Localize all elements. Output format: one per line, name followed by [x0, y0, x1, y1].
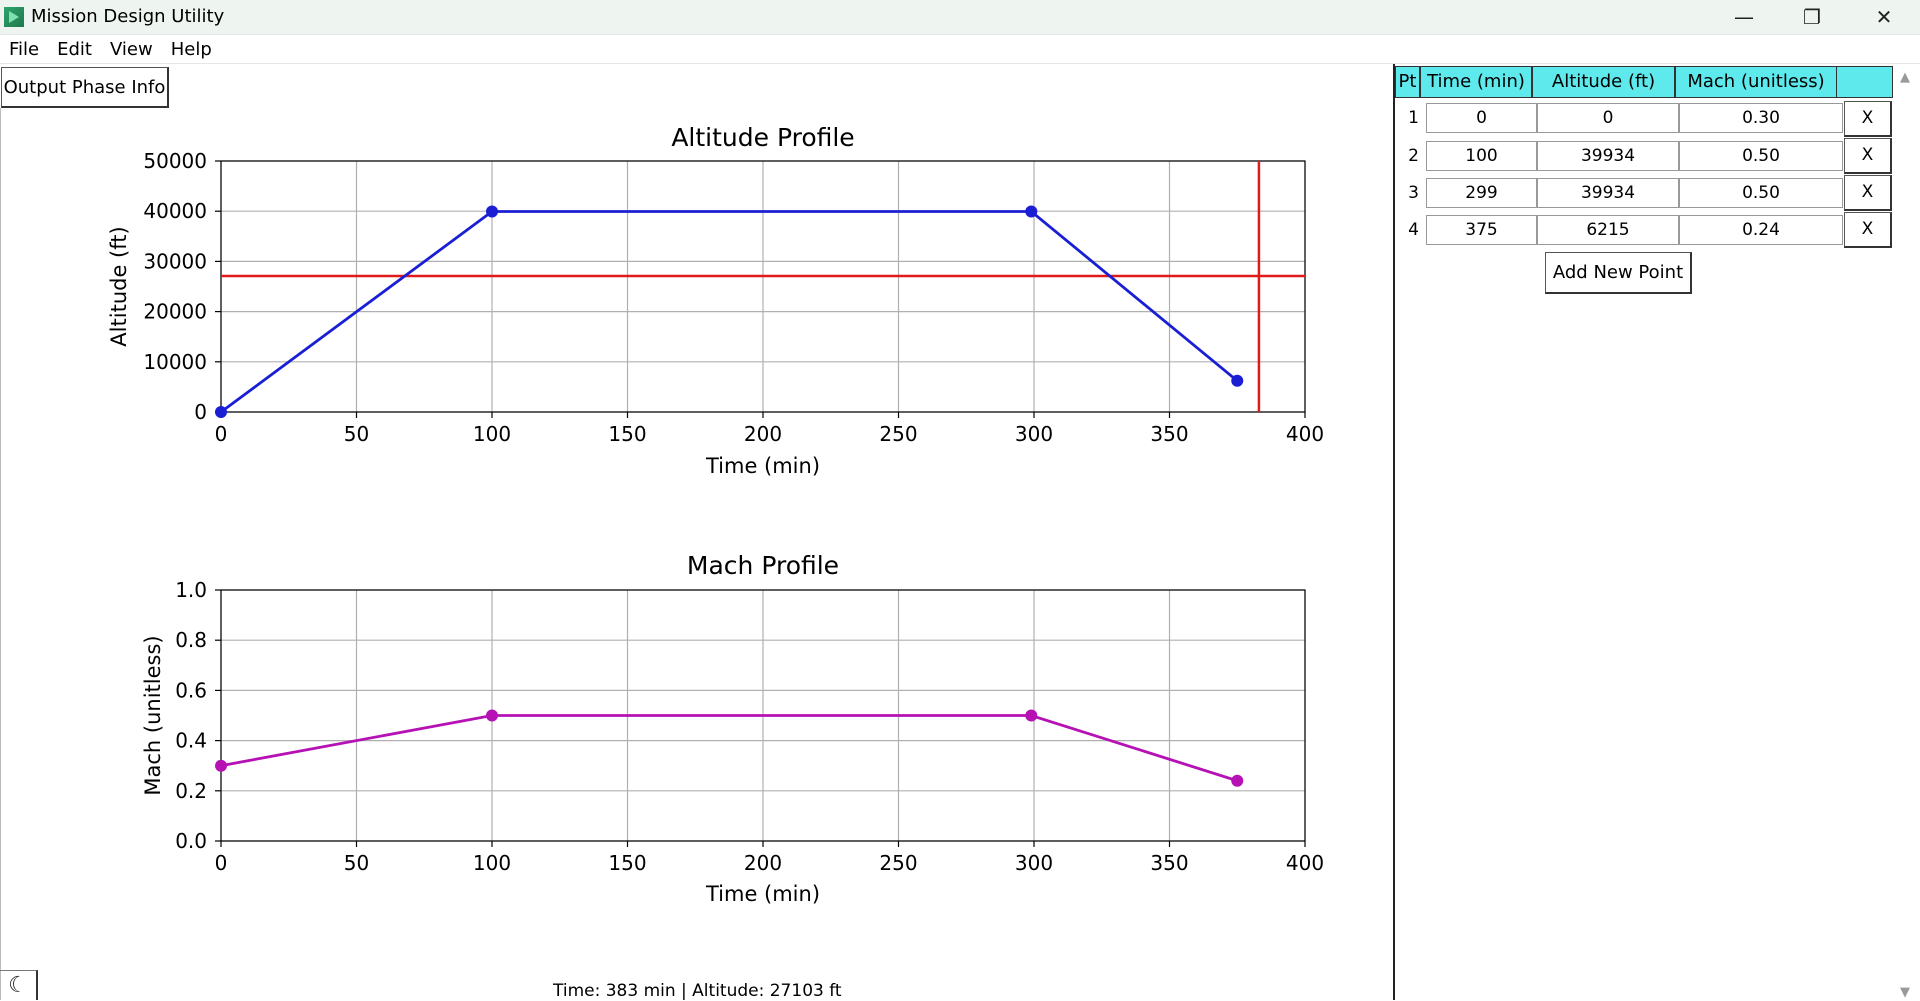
altitude-xtick-label-2: 100: [473, 422, 511, 446]
row-1-delete-button[interactable]: X: [1844, 101, 1892, 137]
mach-xtick-label-2: 100: [473, 851, 511, 875]
header-time: Time (min): [1420, 66, 1532, 98]
mach-ytick-label-1: 0.2: [175, 779, 207, 803]
plots-canvas: 0 50 100 150 200 250 300 350 4000100002000030000…: [107, 123, 1324, 906]
row-3-time-input[interactable]: 299: [1426, 178, 1537, 208]
mach-data-point-3: [1025, 709, 1038, 722]
altitude-x-axis-label: Time (min): [705, 454, 820, 478]
mach-xtick-label-6: 300: [1015, 851, 1053, 875]
row-2-mach-input[interactable]: 0.50: [1679, 141, 1843, 171]
altitude-y-axis-label: Altitude (ft): [107, 226, 131, 346]
row-1-altitude-input[interactable]: 0: [1537, 103, 1679, 133]
row-3-mach-input[interactable]: 0.50: [1679, 178, 1843, 208]
header-altitude: Altitude (ft): [1532, 66, 1675, 98]
mach-xtick-label-3: 150: [608, 851, 646, 875]
row-1-mach-input[interactable]: 0.30: [1679, 103, 1843, 133]
altitude-ytick-label-0: 0: [194, 400, 207, 424]
altitude-ytick-label-1: 10000: [143, 350, 207, 374]
maximize-button[interactable]: ❐: [1778, 0, 1846, 34]
row-4-delete-button[interactable]: X: [1844, 212, 1892, 248]
altitude-chart-title: Altitude Profile: [671, 123, 854, 152]
mach-xtick-label-8: 400: [1286, 851, 1324, 875]
row-2-altitude-input[interactable]: 39934: [1537, 141, 1679, 171]
altitude-data-point-3: [1025, 205, 1038, 218]
altitude-ytick-label-4: 40000: [143, 199, 207, 223]
row-2-time-input[interactable]: 100: [1426, 141, 1537, 171]
altitude-xtick-label-7: 350: [1150, 422, 1188, 446]
header-mach: Mach (unitless): [1675, 66, 1837, 98]
close-button[interactable]: ✕: [1850, 0, 1918, 34]
altitude-xtick-label-5: 250: [879, 422, 917, 446]
mach-ytick-label-4: 0.8: [175, 628, 207, 652]
mach-xtick-label-7: 350: [1150, 851, 1188, 875]
row-2-pt: 2: [1408, 146, 1419, 166]
header-actions: [1837, 66, 1893, 98]
row-4-time-input[interactable]: 375: [1426, 215, 1537, 245]
add-new-point-button[interactable]: Add New Point: [1545, 252, 1692, 294]
mach-data-point-4: [1231, 774, 1244, 787]
status-readout: Time: 383 min | Altitude: 27103 ft: [553, 981, 842, 1001]
altitude-xtick-label-6: 300: [1015, 422, 1053, 446]
altitude-data-point-1: [215, 406, 227, 418]
scroll-down-arrow-icon[interactable]: ▼: [1900, 985, 1910, 1000]
mach-xtick-label-1: 50: [344, 851, 369, 875]
row-4-pt: 4: [1408, 220, 1419, 240]
mach-xtick-label-0: 0: [215, 851, 228, 875]
row-4-altitude-input[interactable]: 6215: [1537, 215, 1679, 245]
theme-toggle-moon-icon[interactable]: ☾: [0, 970, 38, 1000]
row-3-pt: 3: [1408, 183, 1419, 203]
altitude-data-point-2: [486, 205, 498, 218]
mach-ytick-label-0: 0.0: [175, 829, 207, 853]
mach-xtick-label-4: 200: [744, 851, 782, 875]
altitude-xtick-label-0: 0: [215, 422, 228, 446]
mach-ytick-label-3: 0.6: [175, 678, 207, 702]
mach-xtick-label-5: 250: [879, 851, 917, 875]
mach-data-point-2: [486, 709, 498, 722]
row-3-altitude-input[interactable]: 39934: [1537, 178, 1679, 208]
mach-chart-title: Mach Profile: [687, 551, 839, 580]
minimize-button[interactable]: —: [1710, 0, 1778, 34]
altitude-data-point-4: [1231, 374, 1244, 387]
row-4-mach-input[interactable]: 0.24: [1679, 215, 1843, 245]
scroll-up-arrow-icon[interactable]: ▲: [1900, 70, 1910, 85]
mach-series-line: [220, 714, 1238, 783]
altitude-xtick-label-8: 400: [1286, 422, 1324, 446]
row-2-delete-button[interactable]: X: [1844, 138, 1892, 174]
altitude-xtick-label-4: 200: [744, 422, 782, 446]
mach-x-axis-label: Time (min): [705, 882, 820, 906]
altitude-xtick-label-1: 50: [344, 422, 369, 446]
mach-ytick-label-2: 0.4: [175, 729, 207, 753]
panel-divider: [1393, 64, 1395, 1000]
altitude-xtick-label-3: 150: [608, 422, 646, 446]
vertical-scrollbar[interactable]: [1896, 64, 1920, 1000]
mach-ytick-label-5: 1.0: [175, 578, 207, 602]
row-3-delete-button[interactable]: X: [1844, 175, 1892, 211]
altitude-ytick-label-3: 30000: [143, 249, 207, 273]
altitude-ytick-label-5: 50000: [143, 149, 207, 173]
header-pt: Pt: [1395, 66, 1420, 98]
row-1-pt: 1: [1408, 108, 1419, 128]
mach-data-point-1: [215, 759, 227, 772]
altitude-ytick-label-2: 20000: [143, 300, 207, 324]
row-1-time-input[interactable]: 0: [1426, 103, 1537, 133]
mach-y-axis-label: Mach (unitless): [141, 635, 165, 795]
